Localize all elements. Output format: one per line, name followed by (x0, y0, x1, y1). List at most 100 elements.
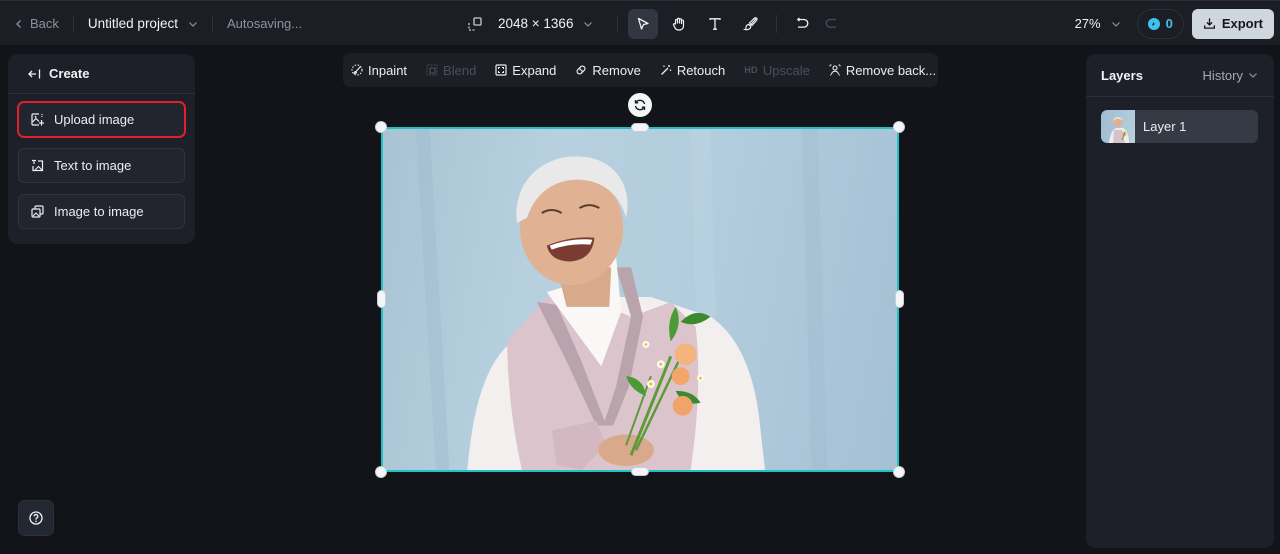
text-to-image-icon (32, 159, 44, 172)
export-button[interactable]: Export (1191, 8, 1274, 39)
upscale-button[interactable]: HD Upscale (744, 63, 810, 78)
hd-icon: HD (744, 65, 758, 75)
rotate-handle[interactable] (628, 93, 652, 117)
layers-title: Layers (1101, 67, 1143, 83)
blend-button[interactable]: Blend (426, 63, 476, 78)
brush-icon (743, 16, 758, 30)
eraser-icon (576, 65, 586, 75)
select-tool-button[interactable] (628, 8, 659, 39)
resize-icon (468, 16, 482, 31)
canvas-image[interactable] (381, 127, 899, 472)
create-panel: Create Upload image Text to image Image … (8, 54, 195, 244)
chevron-down-icon (584, 21, 593, 27)
resize-handle-bottom[interactable] (631, 467, 649, 476)
image-edit-toolbar: Inpaint Blend Expand Remove Retouch HD U… (343, 53, 938, 87)
create-options: Upload image Text to image Image to imag… (8, 94, 195, 229)
layer-item[interactable]: Layer 1 (1101, 110, 1258, 143)
resize-handle-bottom-left[interactable] (375, 466, 387, 478)
create-panel-title: Create (49, 66, 90, 81)
divider (211, 14, 213, 33)
inpaint-button[interactable]: Inpaint (351, 63, 407, 78)
collapse-left-icon (28, 69, 41, 78)
zoom-dropdown[interactable]: 27% (1075, 16, 1121, 31)
photo (415, 129, 828, 470)
expand-button[interactable]: Expand (495, 63, 556, 78)
divider (776, 14, 778, 33)
export-label: Export (1221, 16, 1263, 31)
resize-handle-top[interactable] (631, 123, 649, 132)
text-to-image-label: Text to image (54, 158, 132, 173)
divider (72, 14, 74, 33)
upload-image-label: Upload image (54, 112, 135, 127)
chevron-down-icon (1111, 21, 1120, 27)
divider (617, 14, 619, 33)
back-button[interactable]: Back (14, 16, 59, 31)
text-to-image-button[interactable]: Text to image (18, 148, 185, 183)
chevron-down-icon (1249, 73, 1257, 78)
brush-tool-button[interactable] (736, 9, 766, 39)
remove-label: Remove (592, 62, 641, 78)
inpaint-icon (351, 64, 363, 76)
image-to-image-button[interactable]: Image to image (18, 194, 185, 229)
text-tool-button[interactable] (700, 9, 730, 39)
blend-icon (426, 64, 438, 76)
magic-wand-icon (660, 65, 672, 75)
credits-button[interactable]: 0 (1136, 8, 1184, 39)
text-icon (709, 17, 722, 30)
redo-icon (826, 18, 837, 28)
layer-name: Layer 1 (1143, 119, 1187, 134)
redo-button[interactable] (817, 9, 847, 39)
layers-panel-header: Layers History (1086, 54, 1274, 97)
upload-image-icon (31, 113, 44, 126)
back-label: Back (30, 16, 59, 31)
remove-background-icon (829, 64, 841, 76)
chevron-left-icon (16, 19, 21, 28)
resize-handle-bottom-right[interactable] (893, 466, 905, 478)
remove-background-button[interactable]: Remove back... (829, 63, 936, 78)
upscale-label: Upscale (762, 62, 810, 78)
top-bar: Back Untitled project Autosaving... 2048… (0, 0, 1280, 45)
inpaint-label: Inpaint (368, 62, 408, 78)
resize-handle-top-left[interactable] (375, 121, 387, 133)
layers-panel: Layers History Layer 1 (1086, 54, 1274, 548)
download-icon (1203, 18, 1215, 29)
topbar-center: 2048 × 1366 (460, 1, 847, 46)
undo-icon (797, 17, 809, 28)
project-name: Untitled project (87, 16, 178, 31)
chevron-down-icon (189, 21, 197, 27)
image-to-image-label: Image to image (54, 204, 144, 219)
blend-label: Blend (443, 62, 477, 78)
canvas-size-value: 2048 × 1366 (498, 16, 574, 31)
retouch-label: Retouch (676, 62, 726, 78)
canvas-size-dropdown[interactable]: 2048 × 1366 (498, 16, 593, 31)
history-dropdown[interactable]: History (1203, 68, 1258, 83)
help-button[interactable] (18, 500, 54, 536)
history-label: History (1202, 67, 1243, 83)
cursor-arrow-icon (638, 17, 650, 30)
help-icon (29, 511, 43, 525)
resize-canvas-button[interactable] (460, 9, 490, 39)
hand-tool-button[interactable] (664, 9, 694, 39)
upload-image-button[interactable]: Upload image (17, 101, 186, 138)
credits-count: 0 (1165, 16, 1173, 31)
hand-icon (673, 17, 685, 31)
create-panel-header[interactable]: Create (8, 54, 195, 94)
expand-label: Expand (512, 62, 557, 78)
tool-group (628, 8, 766, 39)
topbar-left: Back Untitled project Autosaving... (14, 1, 302, 46)
credits-icon (1147, 17, 1160, 30)
resize-handle-top-right[interactable] (893, 121, 905, 133)
rotate-icon (634, 99, 646, 111)
autosave-status: Autosaving... (226, 16, 303, 31)
expand-icon (495, 64, 507, 76)
undo-button[interactable] (787, 9, 817, 39)
image-to-image-icon (31, 205, 44, 218)
resize-handle-right[interactable] (895, 290, 904, 308)
project-name-dropdown[interactable]: Untitled project (88, 16, 198, 31)
resize-handle-left[interactable] (377, 290, 386, 308)
remove-button[interactable]: Remove (575, 62, 641, 78)
layer-thumbnail (1101, 110, 1135, 143)
zoom-level: 27% (1074, 16, 1101, 31)
retouch-button[interactable]: Retouch (660, 63, 725, 78)
topbar-right: 27% 0 Export (1075, 1, 1274, 46)
